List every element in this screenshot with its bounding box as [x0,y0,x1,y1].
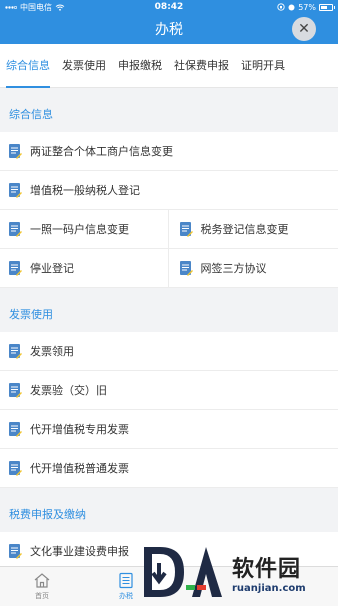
section-header-general: 综合信息 [9,108,53,121]
close-button[interactable]: ✕ [292,17,316,41]
tab-bar: 综合信息 发票使用 申报缴税 社保费申报 证明开具 [0,44,338,88]
home-icon [34,573,50,588]
document-icon [8,143,22,159]
tab-general-info[interactable]: 综合信息 [0,44,56,88]
orientation-lock-icon [277,3,285,11]
status-bar: 中国电信 08:42 57% [0,0,338,14]
list-item[interactable]: 代开增值税普通发票 [0,449,338,488]
document-icon [8,343,22,359]
item-label: 发票领用 [30,345,74,358]
watermark-text: 软件园 [232,556,302,582]
list-icon [119,572,133,589]
item-label: 代开增值税专用发票 [30,423,129,436]
document-icon [8,543,22,559]
battery-icon [319,3,335,11]
alarm-icon [288,4,295,11]
watermark: 软件园 ruanjian.com [140,538,338,606]
document-icon [8,260,22,276]
list-cell[interactable]: 增值税一般纳税人登记 [0,171,338,209]
item-label: 增值税一般纳税人登记 [30,184,140,197]
list-cell[interactable]: 两证整合个体工商户信息变更 [0,132,338,170]
nav-bar: 办税 ✕ [0,14,338,44]
list-item[interactable]: 两证整合个体工商户信息变更 [0,132,338,171]
document-icon [179,260,193,276]
item-label: 网签三方协议 [200,262,267,275]
tab-invoice-use[interactable]: 发票使用 [56,44,112,88]
list-cell[interactable]: 发票验（交）旧 [0,371,338,409]
list-item[interactable]: 发票验（交）旧 [0,371,338,410]
item-label: 税务登记信息变更 [200,223,289,236]
item-label: 停业登记 [30,262,74,275]
content-list: 综合信息 两证整合个体工商户信息变更 增值税一般纳税人登记 一照一码户信息变更 … [0,88,338,566]
list-cell[interactable]: 网签三方协议 [167,249,338,287]
bottom-tab-label: 办税 [119,592,133,600]
document-icon [179,221,193,237]
status-right: 57% [277,2,335,12]
battery-fill [321,5,327,9]
watermark-url: ruanjian.com [232,582,306,594]
list-item[interactable]: 代开增值税专用发票 [0,410,338,449]
bottom-tab-home[interactable]: 首页 [0,567,84,606]
item-label: 文化事业建设费申报 [30,545,129,558]
list-cell[interactable]: 代开增值税专用发票 [0,410,338,448]
watermark-logo [144,547,222,597]
list-cell[interactable]: 税务登记信息变更 [167,210,338,248]
tab-declare-pay[interactable]: 申报缴税 [112,44,168,88]
bottom-tab-label: 首页 [35,592,49,600]
list-item[interactable]: 发票领用 [0,332,338,371]
list-item: 一照一码户信息变更 税务登记信息变更 [0,210,338,249]
document-icon [8,182,22,198]
item-label: 发票验（交）旧 [30,384,107,397]
list-cell[interactable]: 一照一码户信息变更 [0,210,168,248]
list-cell[interactable]: 代开增值税普通发票 [0,449,338,487]
tab-certificate[interactable]: 证明开具 [235,44,291,88]
item-label: 两证整合个体工商户信息变更 [30,145,173,158]
list-item[interactable]: 增值税一般纳税人登记 [0,171,338,210]
document-icon [8,460,22,476]
battery-percent: 57% [298,2,316,12]
item-label: 一照一码户信息变更 [30,223,129,236]
watermark-text-block: 软件园 ruanjian.com [232,551,306,594]
section-header-invoice: 发票使用 [9,308,53,321]
document-icon [8,421,22,437]
section-header-tax: 税费申报及缴纳 [9,508,86,521]
item-label: 代开增值税普通发票 [30,462,129,475]
tab-social-insurance[interactable]: 社保费申报 [168,44,235,88]
document-icon [8,382,22,398]
document-icon [8,221,22,237]
list-cell[interactable]: 停业登记 [0,249,168,287]
list-item: 停业登记 网签三方协议 [0,249,338,288]
list-cell[interactable]: 发票领用 [0,332,338,370]
page-title: 办税 [155,22,183,38]
